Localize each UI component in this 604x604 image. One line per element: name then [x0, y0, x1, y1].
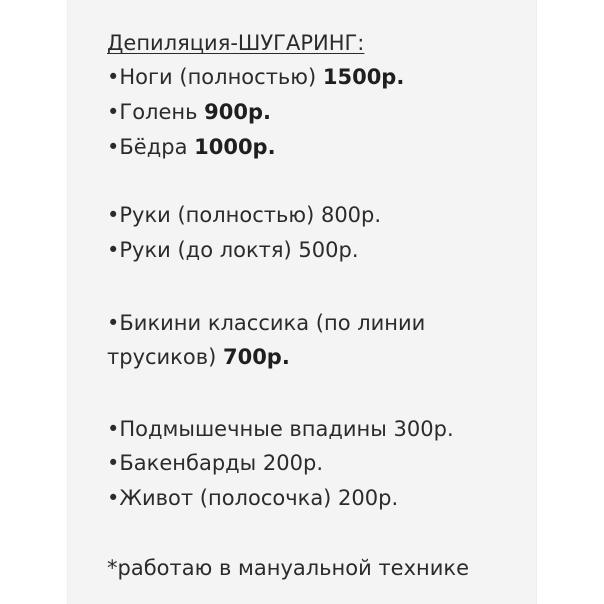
item-text: •Бикини классика (по линии — [107, 311, 426, 335]
item-text: трусиков) — [107, 345, 223, 369]
item-text: •Бакенбарды 200р. — [107, 451, 324, 475]
list-item: •Бакенбарды 200р. — [107, 453, 323, 474]
list-item: •Руки (до локтя) 500р. — [107, 240, 359, 261]
item-text: •Бёдра — [107, 135, 195, 159]
list-item: •Бикини классика (по линии — [107, 313, 425, 334]
item-price: 900р. — [204, 100, 272, 124]
item-text: •Ноги (полностью) — [107, 65, 323, 89]
item-text: •Подмышечные впадины 300р. — [107, 417, 454, 441]
item-price: 700р. — [222, 345, 290, 369]
item-text: •Голень — [107, 100, 205, 124]
list-item: •Подмышечные впадины 300р. — [107, 419, 454, 440]
footnote: *работаю в мануальной технике — [107, 556, 470, 580]
list-item: •Руки (полностью) 800р. — [107, 205, 381, 226]
item-price: 1000р. — [194, 135, 276, 159]
list-item: •Ноги (полностью) 1500р. — [107, 67, 404, 88]
list-item: •Живот (полосочка) 200р. — [107, 488, 398, 509]
item-text: •Руки (до локтя) 500р. — [107, 238, 359, 262]
paper-sheet — [67, 0, 537, 604]
item-text: •Живот (полосочка) 200р. — [107, 486, 399, 510]
price-list-title: Депиляция-ШУГАРИНГ: — [107, 31, 365, 55]
item-text: •Руки (полностью) 800р. — [107, 203, 382, 227]
item-price: 1500р. — [322, 65, 405, 89]
list-item: •Бёдра 1000р. — [107, 137, 276, 158]
list-item-continuation: трусиков) 700р. — [107, 347, 290, 368]
list-item: •Голень 900р. — [107, 102, 271, 123]
